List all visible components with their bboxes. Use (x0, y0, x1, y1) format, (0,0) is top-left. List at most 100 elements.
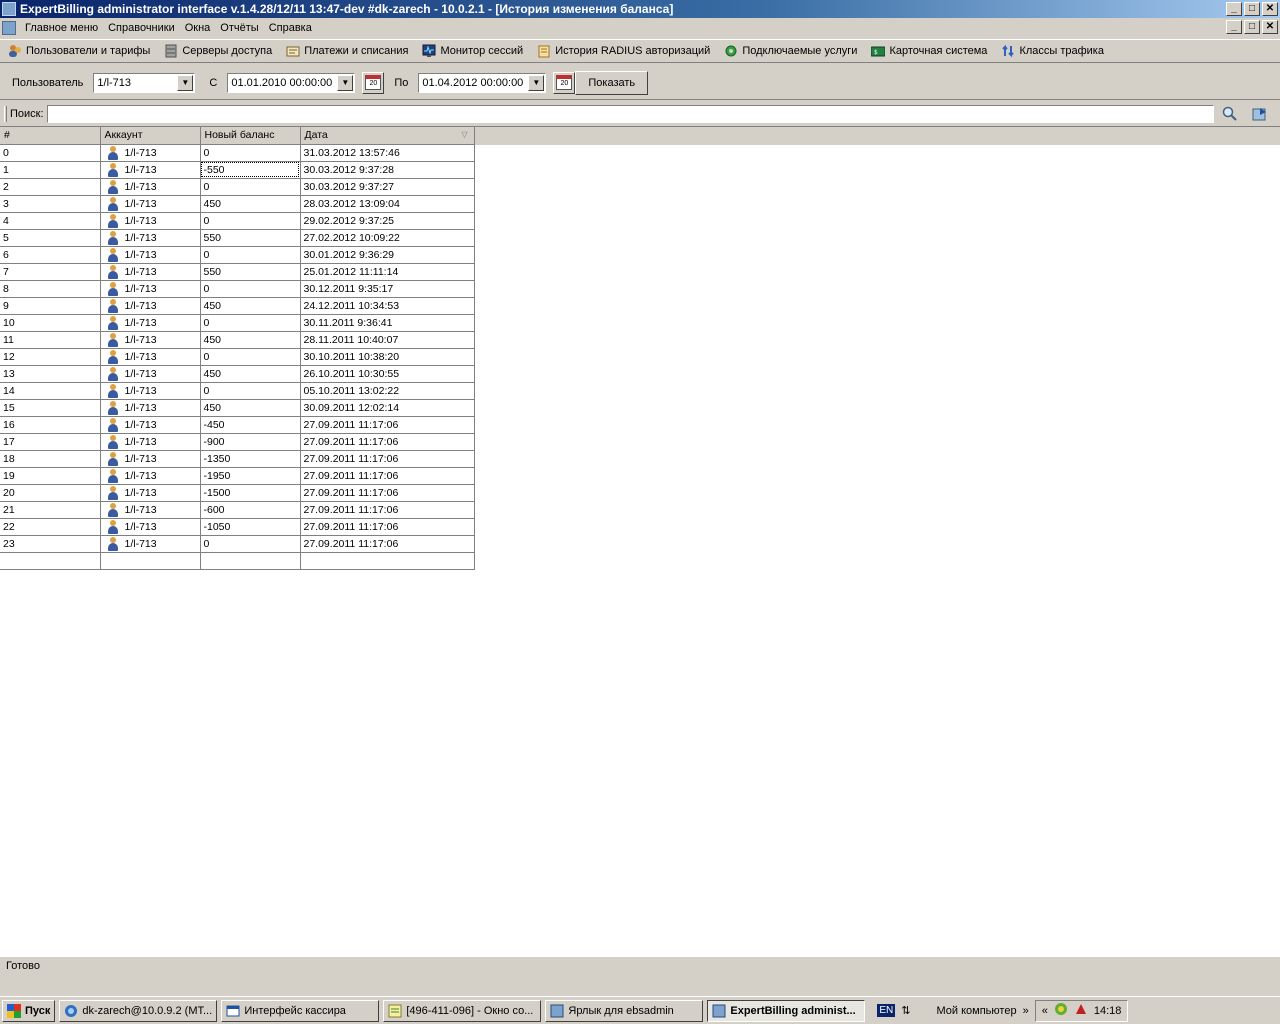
table-row[interactable]: 0 1/l-713 0 31.03.2012 13:57:46 (0, 144, 475, 162)
cell-account[interactable]: 1/l-713 (100, 297, 201, 315)
cell-date[interactable]: 25.01.2012 11:11:14 (300, 263, 475, 281)
cell-account[interactable]: 1/l-713 (100, 212, 201, 230)
cell-number[interactable]: 19 (0, 467, 101, 485)
table-row[interactable]: 8 1/l-713 0 30.12.2011 9:35:17 (0, 280, 475, 298)
cell-new-balance[interactable]: -600 (200, 501, 301, 519)
column-header-number[interactable]: # (0, 127, 101, 145)
column-header-new-balance[interactable]: Новый баланс (200, 127, 301, 145)
cell-new-balance[interactable]: 0 (200, 382, 301, 400)
toolbar-users-tariffs[interactable]: Пользователи и тарифы (0, 40, 156, 62)
cell-account[interactable]: 1/l-713 (100, 314, 201, 332)
cell-date[interactable]: 30.09.2011 12:02:14 (300, 399, 475, 417)
cell-new-balance[interactable]: -1350 (200, 450, 301, 468)
cell-date[interactable]: 05.10.2011 13:02:22 (300, 382, 475, 400)
to-date-field[interactable]: 01.04.2012 00:00:00 ▼ (418, 72, 547, 93)
mdi-child-icon[interactable] (2, 21, 16, 35)
table-row[interactable]: 22 1/l-713 -1050 27.09.2011 11:17:06 (0, 518, 475, 536)
cell-new-balance[interactable]: 0 (200, 314, 301, 332)
cell-new-balance[interactable]: 450 (200, 331, 301, 349)
cell-account[interactable]: 1/l-713 (100, 161, 201, 179)
cell-number[interactable]: 9 (0, 297, 101, 315)
cell-account[interactable]: 1/l-713 (100, 365, 201, 383)
task-chat-window[interactable]: [496-411-096] - Окно со... (383, 999, 542, 1022)
cell-date[interactable]: 29.02.2012 9:37:25 (300, 212, 475, 230)
table-row[interactable]: 18 1/l-713 -1350 27.09.2011 11:17:06 (0, 450, 475, 468)
cell-account[interactable]: 1/l-713 (100, 348, 201, 366)
cell-date[interactable]: 30.03.2012 9:37:28 (300, 161, 475, 179)
from-calendar-button[interactable]: 20 (362, 71, 385, 94)
cell-date[interactable]: 27.09.2011 11:17:06 (300, 450, 475, 468)
search-input[interactable] (46, 105, 1214, 123)
cell-number[interactable]: 7 (0, 263, 101, 281)
table-row[interactable]: 12 1/l-713 0 30.10.2011 10:38:20 (0, 348, 475, 366)
cell-new-balance[interactable]: -1500 (200, 484, 301, 502)
toolbar-grip[interactable] (4, 106, 7, 122)
toolbar-card-system[interactable]: $ Карточная система (863, 40, 993, 62)
cell-account[interactable]: 1/l-713 (100, 535, 201, 553)
cell-date[interactable]: 27.09.2011 11:17:06 (300, 484, 475, 502)
cell-account[interactable]: 1/l-713 (100, 501, 201, 519)
cell-new-balance[interactable]: -1050 (200, 518, 301, 536)
chevron-down-icon[interactable]: ▼ (177, 74, 194, 91)
cell-date[interactable]: 27.02.2012 10:09:22 (300, 229, 475, 247)
my-computer-label[interactable]: Мой компьютер (937, 1005, 1017, 1017)
cell-date[interactable]: 30.03.2012 9:37:27 (300, 178, 475, 196)
cell-number[interactable]: 16 (0, 416, 101, 434)
cell-number[interactable]: 6 (0, 246, 101, 264)
cell-number[interactable]: 23 (0, 535, 101, 553)
table-row[interactable]: 7 1/l-713 550 25.01.2012 11:11:14 (0, 263, 475, 281)
cell-date[interactable]: 30.11.2011 9:36:41 (300, 314, 475, 332)
cell-new-balance[interactable]: -550 (200, 161, 301, 179)
expand-toolbar-icon[interactable]: » (1023, 1005, 1029, 1017)
cell-account[interactable]: 1/l-713 (100, 484, 201, 502)
cell-account[interactable]: 1/l-713 (100, 178, 201, 196)
cell-date[interactable]: 30.01.2012 9:36:29 (300, 246, 475, 264)
menu-main[interactable]: Главное меню (20, 22, 103, 34)
minimize-button[interactable]: _ (1226, 2, 1242, 16)
cell-number[interactable]: 3 (0, 195, 101, 213)
table-row[interactable]: 16 1/l-713 -450 27.09.2011 11:17:06 (0, 416, 475, 434)
table-row[interactable]: 3 1/l-713 450 28.03.2012 13:09:04 (0, 195, 475, 213)
empty-new-row[interactable] (0, 552, 475, 570)
tray-antivirus-icon[interactable] (1074, 1002, 1088, 1019)
column-header-account[interactable]: Аккаунт (100, 127, 201, 145)
tray-app-icon[interactable] (1054, 1002, 1068, 1019)
toolbar-session-monitor[interactable]: Монитор сессий (414, 40, 529, 62)
toolbar-radius-history[interactable]: История RADIUS авторизаций (529, 40, 716, 62)
table-row[interactable]: 10 1/l-713 0 30.11.2011 9:36:41 (0, 314, 475, 332)
cell-account[interactable]: 1/l-713 (100, 280, 201, 298)
table-row[interactable]: 6 1/l-713 0 30.01.2012 9:36:29 (0, 246, 475, 264)
menu-directories[interactable]: Справочники (103, 22, 180, 34)
cell-number[interactable]: 18 (0, 450, 101, 468)
menu-windows[interactable]: Окна (180, 22, 216, 34)
show-button[interactable]: Показать (575, 70, 649, 95)
cell-new-balance[interactable]: 0 (200, 535, 301, 553)
chevron-down-icon[interactable]: ▼ (337, 74, 354, 91)
table-row[interactable]: 15 1/l-713 450 30.09.2011 12:02:14 (0, 399, 475, 417)
to-calendar-button[interactable]: 20 (553, 71, 576, 94)
cell-account[interactable]: 1/l-713 (100, 518, 201, 536)
cell-account[interactable]: 1/l-713 (100, 331, 201, 349)
cell-new-balance[interactable]: 0 (200, 246, 301, 264)
search-icon[interactable] (1220, 105, 1240, 123)
cell-number[interactable]: 4 (0, 212, 101, 230)
cell-new-balance[interactable]: 0 (200, 348, 301, 366)
user-combo[interactable]: 1/l-713 ▼ (93, 72, 196, 93)
cell-account[interactable]: 1/l-713 (100, 467, 201, 485)
table-row[interactable]: 2 1/l-713 0 30.03.2012 9:37:27 (0, 178, 475, 196)
cell-number[interactable]: 14 (0, 382, 101, 400)
cell-new-balance[interactable]: 0 (200, 178, 301, 196)
cell-date[interactable]: 27.09.2011 11:17:06 (300, 501, 475, 519)
task-cashier-interface[interactable]: Интерфейс кассира (221, 999, 380, 1022)
cell-date[interactable]: 28.03.2012 13:09:04 (300, 195, 475, 213)
cell-number[interactable]: 15 (0, 399, 101, 417)
close-button[interactable]: ✕ (1262, 2, 1278, 16)
table-row[interactable]: 11 1/l-713 450 28.11.2011 10:40:07 (0, 331, 475, 349)
cell-number[interactable]: 10 (0, 314, 101, 332)
cell-new-balance[interactable]: 450 (200, 365, 301, 383)
cell-account[interactable]: 1/l-713 (100, 195, 201, 213)
table-row[interactable]: 17 1/l-713 -900 27.09.2011 11:17:06 (0, 433, 475, 451)
cell-date[interactable]: 26.10.2011 10:30:55 (300, 365, 475, 383)
cell-date[interactable]: 31.03.2012 13:57:46 (300, 144, 475, 162)
column-header-date[interactable]: Дата ▽ (300, 127, 475, 145)
